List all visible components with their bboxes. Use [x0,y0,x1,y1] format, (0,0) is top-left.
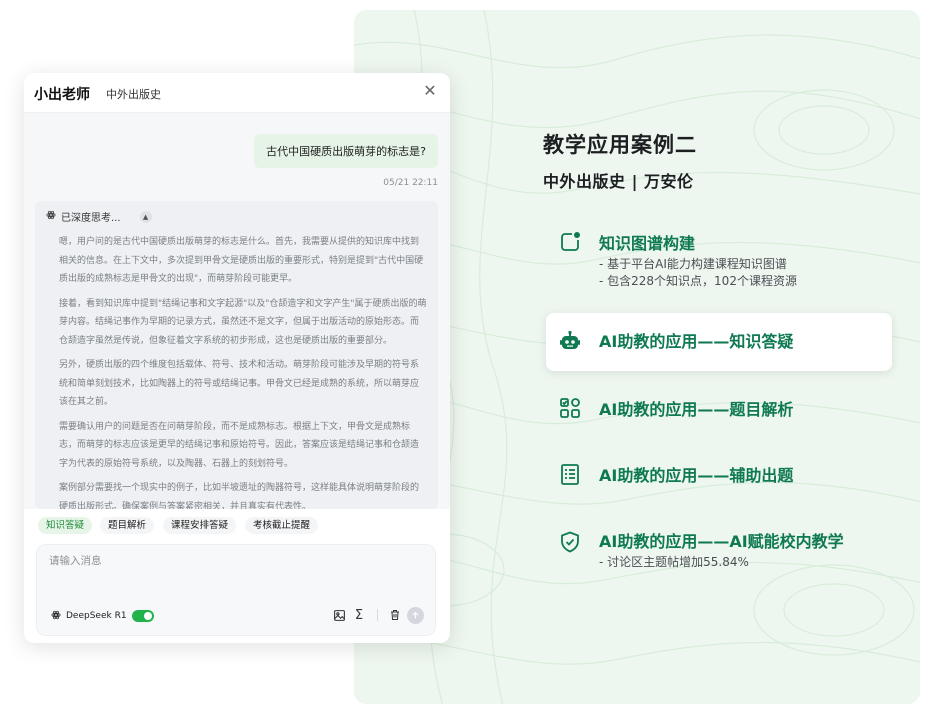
model-toggle[interactable] [131,610,154,622]
chat-header: 小出老师 中外出版史 ✕ [24,73,450,113]
thinking-toggle[interactable]: 已深度思考... ▲ [46,209,152,224]
thinking-panel: 已深度思考... ▲ 嗯，用户问的是古代中国硬质出版萌芽的标志是什么。首先，我需… [35,201,438,509]
thinking-paragraph: 另外，硬质出版的四个维度包括载体、符号、技术和活动。萌芽阶段可能涉及早期的符号系… [59,360,420,407]
feature-title: 知识图谱构建 [599,234,696,253]
knowledge-graph-icon [558,230,582,254]
shield-check-icon [558,530,582,554]
assistant-name: 小出老师 [34,87,90,103]
chip-schedule-qa[interactable]: 课程安排答疑 [163,517,237,534]
thinking-paragraph: 需要确认用户的问题是否在问萌芽阶段，而不是成熟标志。根据上下文，甲骨文是成熟标志… [59,421,420,469]
course-name: 中外出版史 [106,88,161,101]
robot-icon [558,330,582,354]
feature-detail: - 讨论区主题帖增加55.84% [599,555,749,569]
chip-knowledge-qa[interactable]: 知识答疑 [38,517,93,534]
feature-question-generation[interactable]: AI助教的应用——辅助出题 [546,462,892,490]
quick-actions-bar: 知识答疑 题目解析 课程安排答疑 考核截止提醒 [24,509,450,539]
close-icon[interactable]: ✕ [420,81,440,101]
case-title: 教学应用案例二 [543,133,697,157]
chip-problem-analysis[interactable]: 题目解析 [100,517,155,534]
toolbar-divider [377,609,378,621]
thinking-content: 嗯，用户问的是古代中国硬质出版萌芽的标志是什么。首先，我需要从提供的知识库中找到… [59,233,427,509]
feature-detail: - 包含228个知识点，102个课程资源 [599,274,797,288]
feature-campus-teaching[interactable]: AI助教的应用——AI赋能校内教学 - 讨论区主题帖增加55.84% [546,528,892,574]
message-composer: DeepSeek R1 Σ [36,544,436,636]
feature-problem-analysis[interactable]: AI助教的应用——题目解析 [546,396,892,424]
document-list-icon [558,462,582,486]
feature-knowledge-qa[interactable]: AI助教的应用——知识答疑 [546,313,892,371]
model-icon [51,610,61,623]
chat-window: 小出老师 中外出版史 ✕ 古代中国硬质出版萌芽的标志是? 05/21 22:11… [24,73,450,643]
deep-think-icon [46,210,56,223]
send-icon[interactable] [407,607,424,624]
thinking-paragraph: 接着，看到知识库中提到"结绳记事和文字起源"以及"仓颉造字和文字产生"属于硬质出… [59,298,427,346]
feature-knowledge-graph[interactable]: 知识图谱构建 - 基于平台AI能力构建课程知识图谱 - 包含228个知识点，10… [546,230,892,290]
apps-grid-icon [558,396,582,420]
feature-detail: - 基于平台AI能力构建课程知识图谱 [599,257,787,271]
message-timestamp: 05/21 22:11 [383,178,438,188]
trash-icon[interactable] [387,607,403,623]
feature-title: AI助教的应用——知识答疑 [599,332,794,351]
chip-deadline-reminder[interactable]: 考核截止提醒 [245,517,319,534]
image-icon[interactable] [331,607,347,623]
chevron-up-icon[interactable]: ▲ [139,210,152,223]
feature-title: AI助教的应用——辅助出题 [599,466,794,485]
message-input[interactable] [49,553,419,593]
thinking-paragraph: 嗯，用户问的是古代中国硬质出版萌芽的标志是什么。首先，我需要从提供的知识库中找到… [59,237,424,284]
sigma-icon[interactable]: Σ [351,607,367,623]
user-message: 古代中国硬质出版萌芽的标志是? [254,134,438,168]
model-name: DeepSeek R1 [66,611,127,621]
thinking-paragraph: 案例部分需要找一个现实中的例子，比如半坡遗址的陶器符号，这样能具体说明萌芽阶段的… [59,483,420,509]
chat-body[interactable]: 古代中国硬质出版萌芽的标志是? 05/21 22:11 已深度思考... ▲ 嗯… [24,113,450,509]
model-selector[interactable]: DeepSeek R1 [51,607,154,625]
feature-title: AI助教的应用——AI赋能校内教学 [599,532,844,551]
thinking-label: 已深度思考... [61,213,121,224]
case-subtitle: 中外出版史 | 万安伦 [543,172,694,191]
feature-title: AI助教的应用——题目解析 [599,400,794,419]
